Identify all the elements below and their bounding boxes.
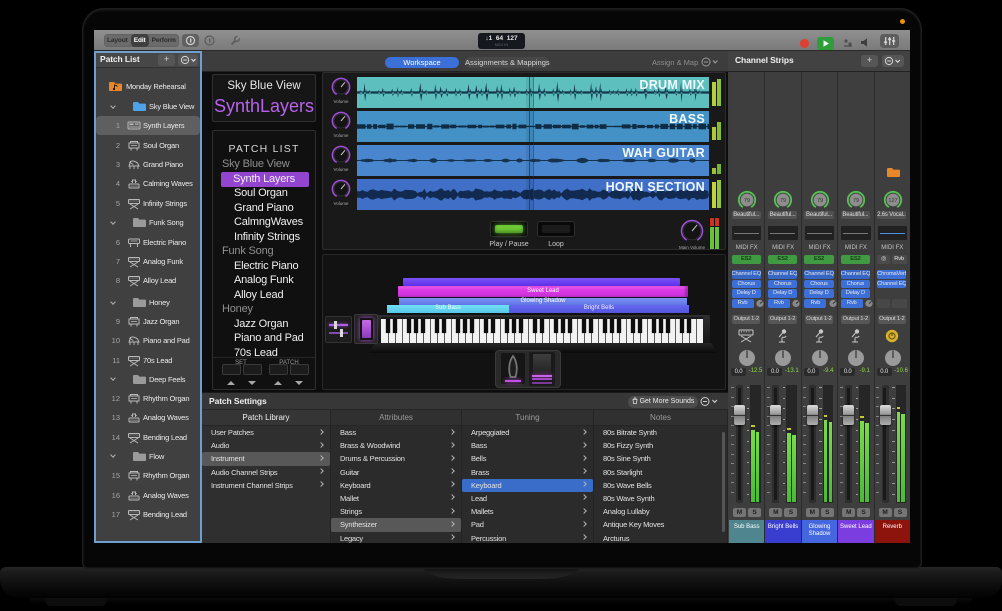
svg-text:79: 79 (817, 198, 823, 204)
svg-text:79: 79 (744, 198, 750, 204)
svg-text:127: 127 (888, 198, 897, 204)
svg-text:79: 79 (780, 198, 786, 204)
svg-text:79: 79 (853, 198, 859, 204)
